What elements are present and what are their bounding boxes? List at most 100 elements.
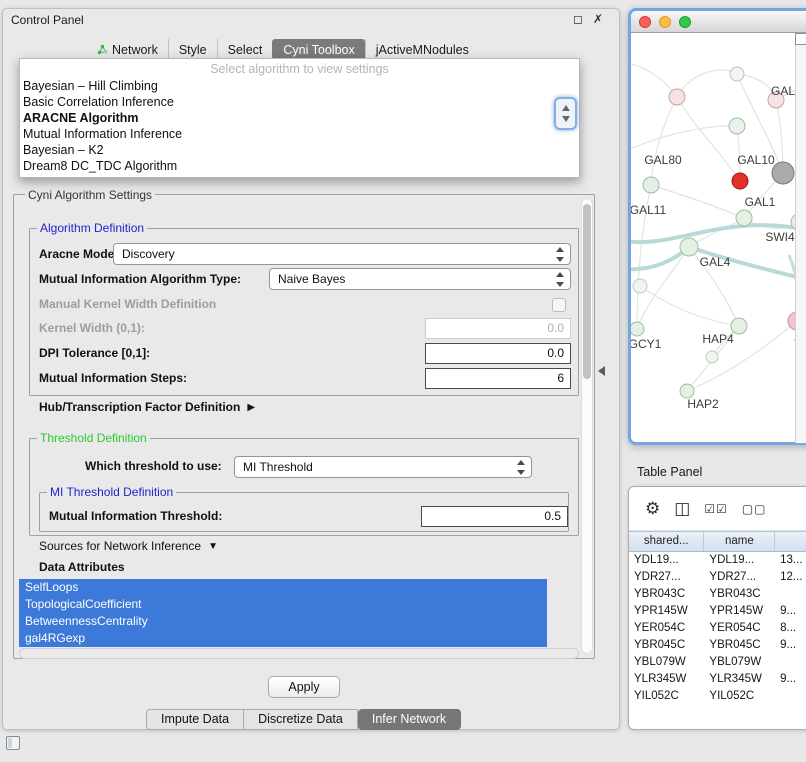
kernel-width-field[interactable]: 0.0 xyxy=(425,318,571,339)
docked-panel-icon[interactable] xyxy=(6,736,20,750)
network-svg: GALGAL80GAL10GAL11GAL1SWI4GAL4GCY1HAP4HA… xyxy=(631,33,806,442)
table-row[interactable]: YPR145WYPR145W9... xyxy=(629,603,806,620)
network-scrollbar[interactable] xyxy=(795,33,806,443)
table-cell: 13... xyxy=(775,552,806,569)
close-traffic-light[interactable] xyxy=(639,16,651,28)
horizontal-scrollbar[interactable] xyxy=(19,648,579,659)
tab-network[interactable]: Network xyxy=(87,39,168,60)
minimize-traffic-light[interactable] xyxy=(659,16,671,28)
sources-section-toggle[interactable]: Sources for Network Inference ▼ xyxy=(39,539,218,553)
select-columns-icon[interactable]: ☑☑ xyxy=(704,503,728,515)
network-node[interactable] xyxy=(669,89,685,105)
threshold-definition-title: Threshold Definition xyxy=(37,431,150,445)
network-node[interactable] xyxy=(680,384,694,398)
dropdown-placeholder: Select algorithm to view settings xyxy=(20,61,579,78)
dpi-tolerance-label: DPI Tolerance [0,1]: xyxy=(39,346,150,361)
column-header[interactable]: shared... xyxy=(629,532,704,551)
table-cell: YDL19... xyxy=(629,552,704,569)
table-cell: YPR145W xyxy=(704,603,775,620)
birdseye-corner-button[interactable] xyxy=(795,33,806,45)
table-cell: 9... xyxy=(775,671,806,688)
attribute-item[interactable]: SelfLoops xyxy=(19,579,547,596)
mi-steps-field[interactable]: 6 xyxy=(425,368,571,389)
table-row[interactable]: YIL052CYIL052C xyxy=(629,688,806,705)
node-label: GAL11 xyxy=(631,203,667,217)
scrollbar-thumb[interactable] xyxy=(583,204,591,379)
network-canvas[interactable]: GALGAL80GAL10GAL11GAL1SWI4GAL4GCY1HAP4HA… xyxy=(631,33,806,442)
algorithm-option[interactable]: ARACNE Algorithm xyxy=(20,110,579,126)
table-cell: YPR145W xyxy=(629,603,704,620)
network-node[interactable] xyxy=(631,322,644,336)
dpi-tolerance-field[interactable]: 0.0 xyxy=(425,343,571,364)
algorithm-option[interactable]: Bayesian – K2 xyxy=(20,142,579,158)
network-edge xyxy=(640,286,739,326)
close-icon[interactable]: ✗ xyxy=(593,12,603,26)
table-body: YDL19...YDL19...13...YDR27...YDR27...12.… xyxy=(629,552,806,705)
table-row[interactable]: YLR345WYLR345W9... xyxy=(629,671,806,688)
algorithm-option[interactable]: Bayesian – Hill Climbing xyxy=(20,78,579,94)
network-node[interactable] xyxy=(643,177,659,193)
gear-icon[interactable]: ⚙ xyxy=(645,500,660,517)
network-node[interactable] xyxy=(729,118,745,134)
table-row[interactable]: YBR045CYBR045C9... xyxy=(629,637,806,654)
table-row[interactable]: YBL079WYBL079W xyxy=(629,654,806,671)
table-cell: YBR045C xyxy=(704,637,775,654)
tab-style[interactable]: Style xyxy=(168,39,217,60)
table-row[interactable]: YBR043CYBR043C xyxy=(629,586,806,603)
algorithm-option[interactable]: Dream8 DC_TDC Algorithm xyxy=(20,158,579,174)
control-panel-window: Control Panel ◻ ✗ NetworkStyleSelectCyni… xyxy=(2,8,620,730)
panel-collapse-arrow[interactable] xyxy=(598,366,605,376)
table-cell: YBR043C xyxy=(629,586,704,603)
zoom-traffic-light[interactable] xyxy=(679,16,691,28)
desktop: Control Panel ◻ ✗ NetworkStyleSelectCyni… xyxy=(0,0,806,762)
network-node[interactable] xyxy=(730,67,744,81)
attribute-item[interactable]: TopologicalCoefficient xyxy=(19,596,547,613)
network-node[interactable] xyxy=(633,279,647,293)
chevron-right-icon: ▶ xyxy=(247,402,255,413)
node-label: HAP4 xyxy=(702,332,734,346)
tab-jactivemnodules[interactable]: jActiveMNodules xyxy=(365,39,479,60)
network-window-titlebar[interactable] xyxy=(631,11,806,33)
algorithm-option[interactable]: Basic Correlation Inference xyxy=(20,94,579,110)
table-cell: YLR345W xyxy=(704,671,775,688)
network-node[interactable] xyxy=(680,238,698,256)
settings-group-title: Cyni Algorithm Settings xyxy=(25,188,155,202)
hub-section-toggle[interactable]: Hub/Transcription Factor Definition ▶ xyxy=(39,400,255,414)
column-header[interactable] xyxy=(775,532,806,551)
network-node[interactable] xyxy=(772,162,794,184)
node-label: GCY1 xyxy=(631,337,662,351)
float-window-icon[interactable]: ◻ xyxy=(573,12,583,26)
network-node[interactable] xyxy=(706,351,718,363)
which-threshold-select[interactable]: MI Threshold xyxy=(234,456,532,478)
algorithm-option[interactable]: Mutual Information Inference xyxy=(20,126,579,142)
table-row[interactable]: YER054CYER054C8... xyxy=(629,620,806,637)
settings-scrollbar[interactable] xyxy=(581,198,593,654)
algorithm-list: Bayesian – Hill ClimbingBasic Correlatio… xyxy=(20,78,579,174)
tab-impute-data[interactable]: Impute Data xyxy=(146,709,244,730)
table-row[interactable]: YDR27...YDR27...12... xyxy=(629,569,806,586)
network-edge xyxy=(677,70,737,97)
mi-threshold-field[interactable]: 0.5 xyxy=(421,506,568,527)
network-icon xyxy=(97,44,108,55)
column-header[interactable]: name xyxy=(704,532,775,551)
attribute-item[interactable]: gal4RGexp xyxy=(19,630,547,647)
apply-button[interactable]: Apply xyxy=(268,676,340,698)
mi-type-select[interactable]: Naive Bayes xyxy=(269,268,571,290)
attribute-item[interactable]: BetweennessCentrality xyxy=(19,613,547,630)
tab-cyni-toolbox[interactable]: Cyni Toolbox xyxy=(272,39,364,60)
aracne-mode-value: Discovery xyxy=(122,247,175,261)
tab-discretize-data[interactable]: Discretize Data xyxy=(244,709,358,730)
tab-infer-network[interactable]: Infer Network xyxy=(358,709,461,730)
network-node[interactable] xyxy=(732,173,748,189)
algorithm-combo-arrows-button[interactable] xyxy=(554,97,577,130)
combo-arrows-icon xyxy=(517,460,526,475)
deselect-columns-icon[interactable]: ▢▢ xyxy=(742,503,767,515)
sources-label: Sources for Network Inference xyxy=(39,539,201,553)
table-row[interactable]: YDL19...YDL19...13... xyxy=(629,552,806,569)
table-cell: YBL079W xyxy=(704,654,775,671)
aracne-mode-select[interactable]: Discovery xyxy=(113,243,571,265)
network-node[interactable] xyxy=(736,210,752,226)
split-pane-icon[interactable]: ◫ xyxy=(674,500,690,517)
tab-select[interactable]: Select xyxy=(217,39,273,60)
manual-kernel-checkbox[interactable] xyxy=(552,298,566,312)
